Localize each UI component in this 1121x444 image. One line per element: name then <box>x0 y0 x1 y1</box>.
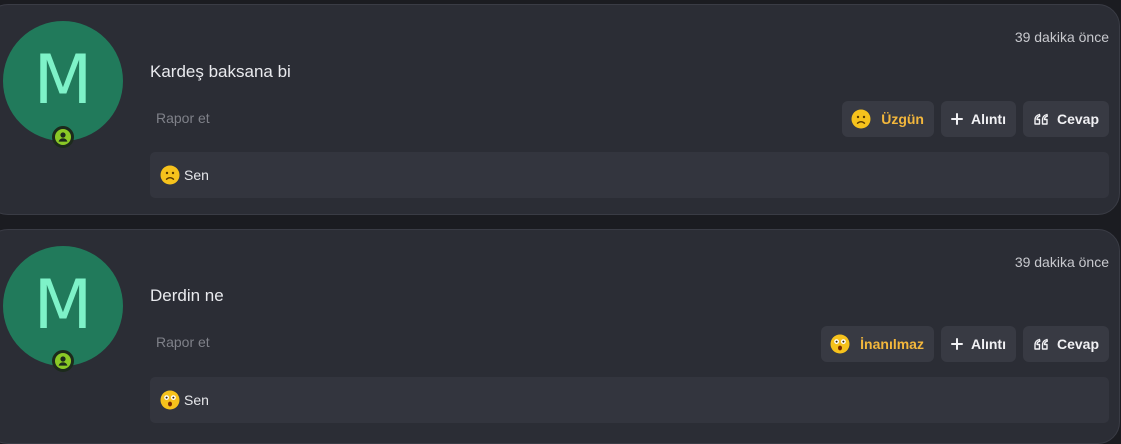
reaction-summary-label: Sen <box>184 167 209 183</box>
quote-label: Alıntı <box>970 336 1006 352</box>
reaction-label: İnanılmaz <box>860 336 924 352</box>
quote-button[interactable]: Alıntı <box>940 101 1016 137</box>
reaction-label: Üzgün <box>881 111 924 127</box>
quote-button[interactable]: Alıntı <box>940 326 1016 362</box>
reaction-summary-label: Sen <box>184 392 209 408</box>
plus-icon <box>950 338 963 350</box>
report-link[interactable]: Rapor et <box>156 110 210 126</box>
reaction-button[interactable]: Üzgün <box>842 101 934 137</box>
quote-marks-icon <box>1033 112 1049 126</box>
post-timestamp: 39 dakika önce <box>1014 29 1109 45</box>
post-actions: Üzgün Alıntı Cevap <box>842 101 1109 137</box>
post-card: M 39 dakika önce Kardeş baksana bi Rapor… <box>0 4 1120 215</box>
reaction-summary[interactable]: Sen <box>150 152 1109 198</box>
astonished-face-icon <box>830 334 850 354</box>
reply-label: Cevap <box>1056 336 1099 352</box>
reply-label: Cevap <box>1056 111 1099 127</box>
online-status-icon <box>52 350 74 372</box>
post-card: M 39 dakika önce Derdin ne Rapor et İnan… <box>0 229 1120 444</box>
avatar[interactable]: M <box>3 21 123 141</box>
avatar[interactable]: M <box>3 246 123 366</box>
reaction-button[interactable]: İnanılmaz <box>821 326 934 362</box>
online-status-icon <box>52 126 74 148</box>
reply-button[interactable]: Cevap <box>1022 101 1109 137</box>
astonished-face-icon <box>160 390 180 410</box>
reply-button[interactable]: Cevap <box>1022 326 1109 362</box>
quote-marks-icon <box>1033 337 1049 351</box>
sad-face-icon <box>851 109 871 129</box>
reaction-summary[interactable]: Sen <box>150 377 1109 423</box>
post-message: Derdin ne <box>150 286 224 305</box>
post-actions: İnanılmaz Alıntı Cevap <box>821 326 1109 362</box>
plus-icon <box>950 113 963 125</box>
post-message: Kardeş baksana bi <box>150 62 291 81</box>
report-link[interactable]: Rapor et <box>156 334 210 350</box>
quote-label: Alıntı <box>970 111 1006 127</box>
post-timestamp: 39 dakika önce <box>1014 254 1109 270</box>
sad-face-icon <box>160 165 180 185</box>
